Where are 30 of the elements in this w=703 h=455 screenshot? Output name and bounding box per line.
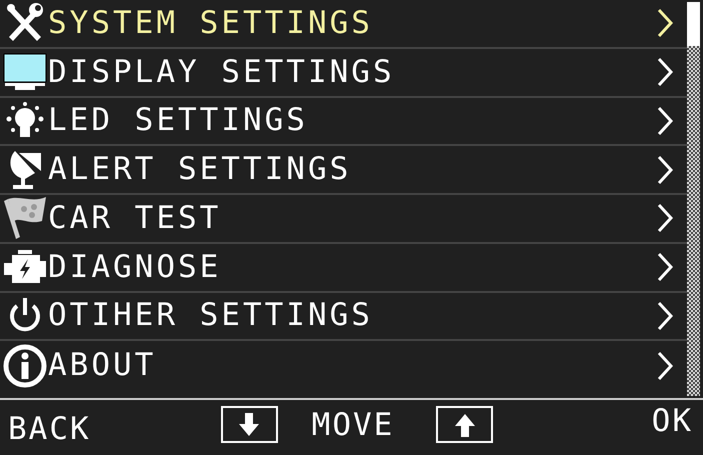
move-label: MOVE	[312, 410, 394, 441]
menu-label: LED SETTINGS	[48, 105, 309, 136]
arrow-down-icon	[238, 412, 260, 436]
arrow-up-icon	[454, 412, 476, 436]
menu-label: ABOUT	[48, 350, 158, 382]
up-key[interactable]	[436, 406, 494, 443]
menu-label: OTIHER SETTINGS	[48, 300, 374, 332]
menu-label: ALERT SETTINGS	[48, 154, 352, 186]
menu-item[interactable]: LED SETTINGS	[0, 98, 687, 146]
info-icon	[3, 344, 47, 388]
menu-item[interactable]: CAR TEST	[0, 195, 687, 244]
down-key[interactable]	[220, 406, 278, 443]
menu-item[interactable]: SYSTEM SETTINGS	[0, 0, 687, 49]
tools-icon	[5, 3, 45, 44]
menu-item[interactable]: DIAGNOSE	[0, 244, 687, 292]
menu-label: SYSTEM SETTINGS	[48, 8, 374, 39]
scrollbar[interactable]	[687, 2, 700, 396]
flag-icon	[2, 195, 48, 242]
scroll-thumb[interactable]	[687, 2, 700, 46]
menu-label: CAR TEST	[48, 202, 222, 234]
menu-item[interactable]: OTIHER SETTINGS	[0, 292, 687, 342]
menu-item[interactable]: ALERT SETTINGS	[0, 146, 687, 195]
menu-label: DISPLAY SETTINGS	[48, 56, 396, 88]
menu-item[interactable]: ABOUT	[0, 341, 687, 390]
ok-label: OK	[652, 406, 693, 437]
monitor-icon	[3, 53, 47, 92]
back-label: BACK	[8, 414, 91, 445]
menu-label: DIAGNOSE	[48, 252, 222, 283]
engine-icon	[4, 249, 46, 286]
menu-item[interactable]: DISPLAY SETTINGS	[0, 48, 687, 98]
